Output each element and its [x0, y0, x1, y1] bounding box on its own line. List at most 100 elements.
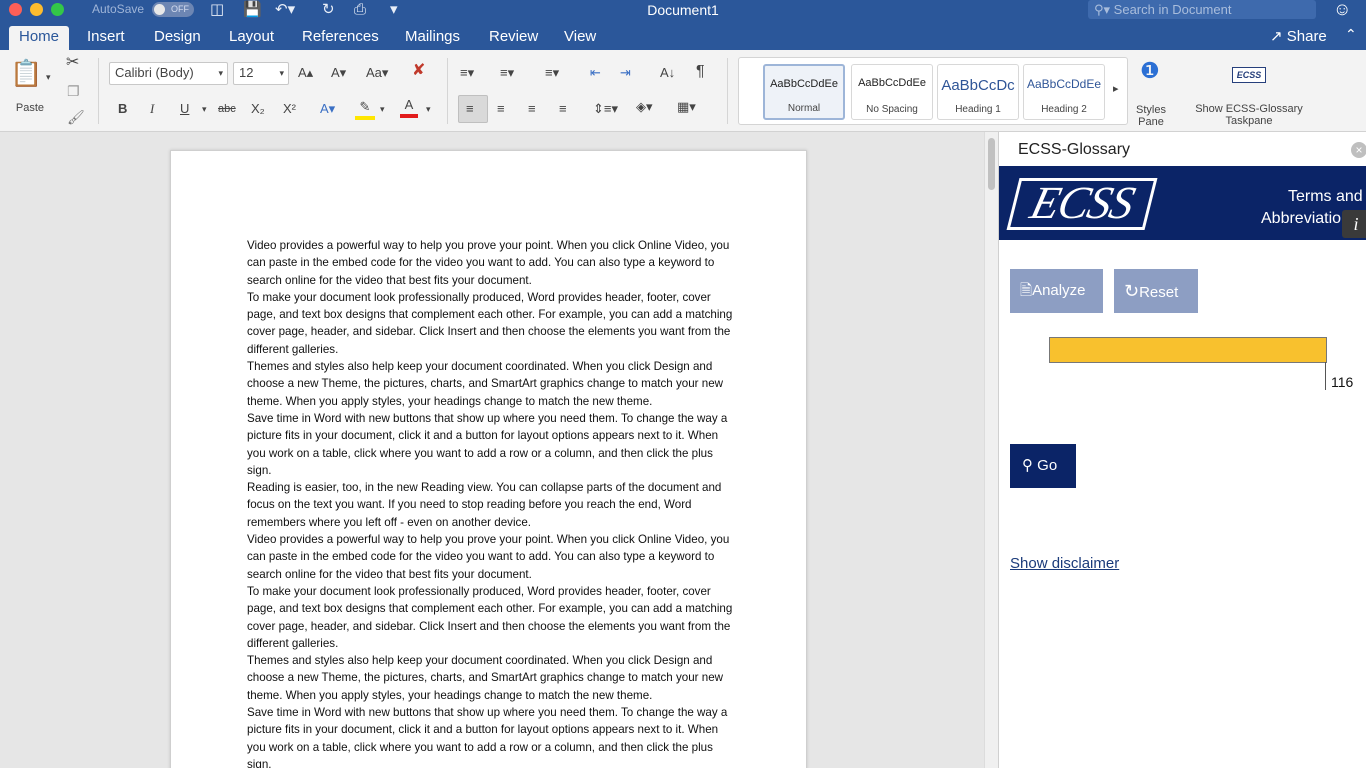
decrease-font-size-icon[interactable]: A▾: [331, 64, 346, 82]
reset-icon: ↻: [1124, 281, 1140, 301]
feedback-smiley-icon[interactable]: ☺: [1333, 0, 1351, 20]
style-normal[interactable]: AaBbCcDdEe Normal: [763, 64, 845, 120]
font-size-value: 12: [239, 65, 254, 80]
align-center-icon[interactable]: ≡: [497, 100, 505, 118]
underline-icon[interactable]: U: [180, 100, 189, 118]
tab-mailings[interactable]: Mailings: [405, 27, 460, 50]
search-document-input[interactable]: ⚲▾ Search in Document: [1088, 0, 1316, 19]
document-page[interactable]: Video provides a powerful way to help yo…: [170, 150, 807, 768]
share-label: Share: [1286, 28, 1327, 45]
change-case-icon[interactable]: Aa▾: [366, 64, 388, 82]
ecss-glossary-icon[interactable]: ECSS: [1232, 67, 1266, 83]
paragraph: To make your document look professionall…: [247, 290, 733, 356]
share-button[interactable]: ↗ Share: [1270, 27, 1327, 45]
paragraph: Reading is easier, too, in the new Readi…: [247, 481, 722, 529]
document-body[interactable]: Video provides a powerful way to help yo…: [247, 237, 733, 768]
analyze-label: Analyze: [1032, 282, 1086, 299]
copy-icon[interactable]: ❐: [67, 82, 80, 100]
sort-icon[interactable]: A↓: [660, 64, 675, 82]
style-name: Heading 1: [955, 104, 1001, 115]
tab-insert[interactable]: Insert: [87, 27, 125, 50]
paragraph: To make your document look professionall…: [247, 584, 733, 650]
paste-dropdown-icon[interactable]: ▾: [46, 68, 51, 86]
align-right-icon[interactable]: ≡: [528, 100, 536, 118]
scrollbar-thumb[interactable]: [988, 138, 995, 190]
increase-font-size-icon[interactable]: A▴: [298, 64, 313, 82]
borders-icon[interactable]: ▦▾: [677, 98, 696, 116]
styles-pane-icon[interactable]: ❶: [1140, 60, 1160, 82]
font-color-dropdown-icon[interactable]: ▾: [426, 100, 431, 118]
style-name: Normal: [787, 103, 821, 114]
highlight-dropdown-icon[interactable]: ▾: [380, 100, 385, 118]
style-sample: AaBbCcDc: [941, 77, 1015, 94]
share-icon: ↗: [1270, 28, 1287, 45]
ribbon-separator: [98, 58, 99, 124]
paragraph: Video provides a powerful way to help yo…: [247, 533, 730, 581]
shading-icon[interactable]: ◈▾: [636, 98, 653, 116]
tab-references[interactable]: References: [302, 27, 379, 50]
clear-formatting-icon[interactable]: ✘: [412, 62, 425, 80]
styles-pane-label[interactable]: Styles Pane: [1130, 104, 1172, 128]
font-name-value: Calibri (Body): [115, 65, 194, 80]
paste-label: Paste: [15, 102, 45, 114]
paragraph: Save time in Word with new buttons that …: [247, 706, 728, 768]
font-size-select[interactable]: 12 ▾: [233, 62, 289, 85]
superscript-icon[interactable]: X²: [283, 100, 296, 118]
styles-gallery: AaBbCcDdEe Normal AaBbCcDdEe No Spacing …: [738, 57, 1128, 125]
tab-home[interactable]: Home: [9, 26, 70, 50]
font-name-select[interactable]: Calibri (Body) ▾: [109, 62, 228, 85]
reset-button[interactable]: ↻Reset: [1114, 269, 1198, 313]
style-sample: AaBbCcDdEe: [770, 78, 838, 90]
increase-indent-icon[interactable]: ⇥: [620, 64, 631, 82]
tab-layout[interactable]: Layout: [229, 27, 274, 50]
analysis-progress-bar: [1049, 337, 1327, 363]
show-formatting-marks-icon[interactable]: ¶: [696, 63, 705, 81]
format-painter-icon[interactable]: 🖌: [67, 108, 85, 126]
close-icon[interactable]: ×: [1351, 142, 1366, 158]
title-bar: AutoSave OFF ◫ 💾 ↶▾ ↻ ⎙ ▾ Document1 ⚲▾ S…: [0, 0, 1366, 22]
style-no-spacing[interactable]: AaBbCcDdEe No Spacing: [851, 64, 933, 120]
tab-view[interactable]: View: [564, 27, 596, 50]
line-spacing-icon[interactable]: ⇕≡▾: [593, 100, 618, 118]
go-label: Go: [1037, 457, 1058, 474]
info-icon[interactable]: i: [1342, 210, 1366, 238]
bullets-icon[interactable]: ≡▾: [460, 64, 474, 82]
underline-dropdown-icon[interactable]: ▾: [202, 100, 207, 118]
magnifier-icon: ⚲: [1022, 457, 1033, 474]
ribbon-tab-bar: Home Insert Design Layout References Mai…: [0, 22, 1366, 50]
strikethrough-icon[interactable]: abc: [218, 100, 236, 118]
cut-icon[interactable]: ✂: [66, 54, 79, 72]
paste-icon[interactable]: 📋: [10, 58, 42, 88]
ribbon-separator: [447, 58, 448, 124]
style-heading-1[interactable]: AaBbCcDc Heading 1: [937, 64, 1019, 120]
bold-icon[interactable]: B: [118, 100, 127, 118]
ecss-logo: ECSS: [1006, 177, 1158, 230]
tab-review[interactable]: Review: [489, 27, 538, 50]
font-color-icon[interactable]: A: [400, 96, 418, 118]
highlight-icon[interactable]: ✎: [355, 98, 375, 120]
justify-icon[interactable]: ≡: [559, 100, 567, 118]
decrease-indent-icon[interactable]: ⇤: [590, 64, 601, 82]
multilevel-list-icon[interactable]: ≡▾: [545, 64, 559, 82]
progress-count: 116: [1331, 374, 1354, 390]
go-button[interactable]: ⚲ Go: [1010, 444, 1076, 488]
show-disclaimer-link[interactable]: Show disclaimer: [1010, 555, 1119, 572]
numbering-icon[interactable]: ≡▾: [500, 64, 514, 82]
analyze-button[interactable]: 🗎Analyze: [1010, 269, 1103, 313]
chevron-down-icon: ▾: [218, 68, 223, 78]
tab-design[interactable]: Design: [154, 27, 201, 50]
search-icon: ⚲▾: [1094, 2, 1114, 17]
ribbon-separator: [727, 58, 728, 124]
italic-icon[interactable]: I: [150, 100, 154, 118]
style-heading-2[interactable]: AaBbCcDdEe Heading 2: [1023, 64, 1105, 120]
align-left-icon[interactable]: ≡: [466, 100, 474, 118]
paragraph: Save time in Word with new buttons that …: [247, 411, 728, 477]
collapse-ribbon-icon[interactable]: ⌃: [1345, 26, 1357, 43]
style-name: Heading 2: [1041, 104, 1087, 115]
text-effects-icon[interactable]: A▾: [320, 100, 335, 118]
show-glossary-taskpane-button[interactable]: Show ECSS-Glossary Taskpane: [1182, 103, 1316, 127]
vertical-scrollbar[interactable]: [984, 132, 998, 768]
banner-line-1: Terms and: [1288, 188, 1363, 205]
subscript-icon[interactable]: X₂: [251, 100, 265, 118]
gallery-more-icon[interactable]: ▸: [1113, 82, 1119, 95]
